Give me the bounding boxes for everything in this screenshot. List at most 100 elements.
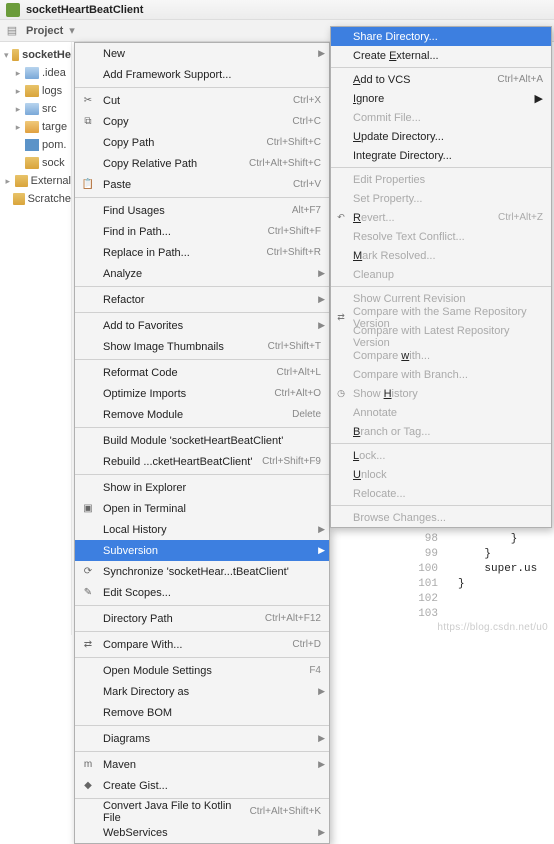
menu-item[interactable]: mMaven▶ [75, 754, 329, 775]
tree-node[interactable]: ▸src [0, 100, 71, 118]
menu-item[interactable]: ⇄Compare With...Ctrl+D [75, 634, 329, 655]
menu-item[interactable]: Share Directory... [331, 27, 551, 46]
menu-shortcut: Ctrl+Shift+F9 [262, 456, 321, 467]
menu-item[interactable]: Show Image ThumbnailsCtrl+Shift+T [75, 336, 329, 357]
editor-line[interactable]: 100 super.us [414, 563, 554, 578]
menu-item: Commit File... [331, 108, 551, 127]
menu-shortcut: Ctrl+Alt+Shift+K [250, 806, 321, 817]
menu-item[interactable]: WebServices▶ [75, 822, 329, 843]
menu-item[interactable]: Mark Directory as▶ [75, 681, 329, 702]
menu-item-label: Update Directory... [353, 131, 543, 143]
menu-item[interactable]: Copy Relative PathCtrl+Alt+Shift+C [75, 153, 329, 174]
disclosure-icon[interactable]: ▸ [14, 68, 22, 79]
tree-node[interactable]: ▸targe [0, 118, 71, 136]
disclosure-icon[interactable]: ▾ [4, 50, 9, 61]
menu-item-label: Relocate... [353, 488, 543, 500]
menu-item[interactable]: Add to Favorites▶ [75, 315, 329, 336]
submenu-arrow-icon: ▶ [318, 320, 325, 331]
menu-item-label: Optimize Imports [103, 388, 274, 400]
project-tree[interactable]: ▾socketHe ▸ .idea ▸ logs ▸src▸targepom. sock ▸ E… [0, 42, 72, 635]
menu-item[interactable]: Find UsagesAlt+F7 [75, 200, 329, 221]
menu-shortcut: Ctrl+Alt+A [497, 74, 543, 85]
gutter-mark [444, 593, 458, 608]
submenu-arrow-icon: ▶ [318, 294, 325, 305]
subversion-submenu[interactable]: Share Directory... Create External... Add … [330, 26, 552, 528]
editor-line[interactable]: 98 } [414, 533, 554, 548]
menu-item[interactable]: ◆Create Gist... [75, 775, 329, 796]
menu-item-label: Copy [103, 116, 292, 128]
tree-node[interactable]: ▾socketHe [0, 46, 71, 64]
menu-separator [331, 505, 551, 506]
menu-separator [75, 751, 329, 752]
menu-item[interactable]: Ignore▶ [331, 89, 551, 108]
menu-item[interactable]: Replace in Path...Ctrl+Shift+R [75, 242, 329, 263]
editor-line[interactable]: 102 [414, 593, 554, 608]
tree-node[interactable]: ▸ logs [0, 82, 71, 100]
editor-line[interactable]: 103 [414, 608, 554, 623]
menu-item[interactable]: ⟳Synchronize 'socketHear...tBeatClient' [75, 561, 329, 582]
menu-item[interactable]: ▣Open in Terminal [75, 498, 329, 519]
disclosure-icon[interactable]: ▸ [14, 86, 22, 97]
menu-item[interactable]: Update Directory... [331, 127, 551, 146]
menu-item[interactable]: Optimize ImportsCtrl+Alt+O [75, 383, 329, 404]
menu-item[interactable]: Remove ModuleDelete [75, 404, 329, 425]
menu-item[interactable]: Analyze▶ [75, 263, 329, 284]
menu-item[interactable]: Diagrams▶ [75, 728, 329, 749]
menu-item-label: Find Usages [103, 205, 292, 217]
context-menu[interactable]: New▶Add Framework Support...✂CutCtrl+X⧉C… [74, 42, 330, 844]
menu-separator [75, 631, 329, 632]
code-text: super.us [458, 563, 537, 578]
menu-item[interactable]: Rebuild ...cketHeartBeatClient'Ctrl+Shif… [75, 451, 329, 472]
menu-item-label: New [103, 48, 321, 60]
menu-item-icon: ⇄ [81, 638, 95, 652]
menu-item[interactable]: ✎Edit Scopes... [75, 582, 329, 603]
menu-item[interactable]: Show in Explorer [75, 477, 329, 498]
menu-item[interactable]: Directory PathCtrl+Alt+F12 [75, 608, 329, 629]
menu-item[interactable]: Subversion▶ [75, 540, 329, 561]
tree-label: logs [42, 85, 62, 97]
menu-item[interactable]: Create External... [331, 46, 551, 65]
menu-item[interactable]: Copy PathCtrl+Shift+C [75, 132, 329, 153]
menu-item-icon: ▣ [81, 502, 95, 516]
dropdown-arrow-icon[interactable]: ▾ [69, 24, 75, 37]
disclosure-icon[interactable]: ▸ [14, 122, 22, 133]
line-number: 98 [414, 533, 444, 548]
menu-item[interactable]: ⧉CopyCtrl+C [75, 111, 329, 132]
tree-node[interactable]: pom. [0, 136, 71, 154]
disclosure-icon[interactable]: ▸ [4, 176, 12, 187]
menu-item[interactable]: Remove BOM [75, 702, 329, 723]
folder-icon [25, 121, 39, 133]
tree-node[interactable]: sock [0, 154, 71, 172]
menu-item[interactable]: ✂CutCtrl+X [75, 90, 329, 111]
menu-shortcut: Delete [292, 409, 321, 420]
editor-line[interactable]: 101} [414, 578, 554, 593]
menu-item[interactable]: Build Module 'socketHeartBeatClient' [75, 430, 329, 451]
tree-label: .idea [42, 67, 66, 79]
menu-item[interactable]: Reformat CodeCtrl+Alt+L [75, 362, 329, 383]
menu-item-label: Share Directory... [353, 31, 543, 43]
menu-item[interactable]: Open Module SettingsF4 [75, 660, 329, 681]
menu-separator [75, 605, 329, 606]
tree-label: External [31, 175, 71, 187]
tree-node[interactable]: Scratche [0, 190, 71, 208]
menu-item[interactable]: Local History▶ [75, 519, 329, 540]
menu-item[interactable]: Integrate Directory... [331, 146, 551, 165]
menu-item[interactable]: Add to VCSCtrl+Alt+A [331, 70, 551, 89]
menu-item[interactable]: Refactor▶ [75, 289, 329, 310]
menu-item[interactable]: Convert Java File to Kotlin FileCtrl+Alt… [75, 801, 329, 822]
tree-node[interactable]: ▸ External [0, 172, 71, 190]
menu-item[interactable]: Add Framework Support... [75, 64, 329, 85]
menu-item[interactable]: Find in Path...Ctrl+Shift+F [75, 221, 329, 242]
menu-shortcut: F4 [309, 665, 321, 676]
tool-window-label[interactable]: Project [26, 25, 63, 37]
editor-line[interactable]: 99 } [414, 548, 554, 563]
menu-item[interactable]: 📋PasteCtrl+V [75, 174, 329, 195]
disclosure-icon[interactable]: ▸ [14, 104, 22, 115]
title-bar: socketHeartBeatClient [0, 0, 554, 20]
menu-item: Set Property... [331, 189, 551, 208]
menu-item[interactable]: New▶ [75, 43, 329, 64]
tree-label: sock [42, 157, 65, 169]
submenu-arrow-icon: ▶ [318, 733, 325, 744]
tree-node[interactable]: ▸ .idea [0, 64, 71, 82]
code-text: } [458, 578, 465, 593]
